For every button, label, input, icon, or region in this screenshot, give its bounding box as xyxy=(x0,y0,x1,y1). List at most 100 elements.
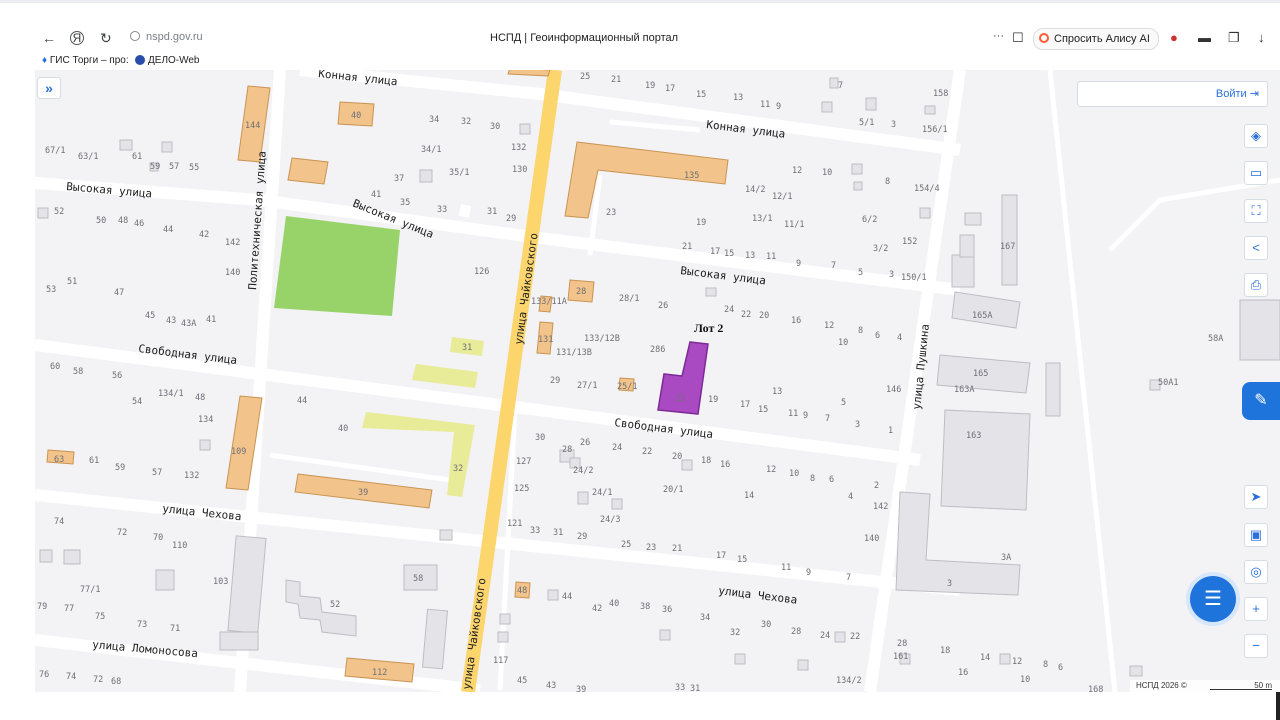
locate-button[interactable]: ➤ xyxy=(1244,485,1268,509)
bookmark-delo-web[interactable]: ДЕЛО-Web xyxy=(135,55,200,66)
login-button[interactable]: Войти ⇥ xyxy=(1077,81,1268,107)
site-info-icon[interactable] xyxy=(130,31,140,41)
svg-text:11: 11 xyxy=(760,100,770,110)
download-icon[interactable]: ↓ xyxy=(1258,30,1265,45)
share-icon: < xyxy=(1252,240,1260,255)
svg-text:5: 5 xyxy=(841,398,846,408)
svg-text:35: 35 xyxy=(400,198,410,208)
yellow-plot xyxy=(412,364,478,388)
svg-text:50А1: 50А1 xyxy=(1158,378,1178,388)
svg-text:3: 3 xyxy=(855,420,860,430)
svg-text:24: 24 xyxy=(724,305,734,315)
svg-text:130: 130 xyxy=(512,165,527,175)
svg-text:16: 16 xyxy=(791,316,801,326)
svg-text:24/2: 24/2 xyxy=(573,466,593,476)
assistant-side-button[interactable]: ✎ xyxy=(1242,382,1280,420)
reload-icon[interactable]: ↻ xyxy=(100,30,112,46)
svg-text:127: 127 xyxy=(516,457,531,467)
geolocation-button[interactable]: ◎ xyxy=(1244,560,1268,584)
svg-text:42: 42 xyxy=(199,230,209,240)
svg-text:8: 8 xyxy=(1043,660,1048,670)
svg-text:21: 21 xyxy=(611,75,621,85)
bookmark-icon[interactable]: ☐ xyxy=(1012,30,1024,46)
svg-text:33: 33 xyxy=(675,683,685,692)
alice-button[interactable]: Спросить Алису AI xyxy=(1033,28,1159,50)
svg-text:15: 15 xyxy=(696,90,706,100)
svg-text:74: 74 xyxy=(54,517,64,527)
svg-text:24: 24 xyxy=(612,443,622,453)
svg-text:57: 57 xyxy=(152,468,162,478)
svg-text:23: 23 xyxy=(675,394,685,404)
svg-text:19: 19 xyxy=(708,395,718,405)
svg-text:58: 58 xyxy=(73,367,83,377)
window-strip xyxy=(0,0,1280,3)
print-button[interactable]: ⎙ xyxy=(1244,273,1268,297)
svg-text:8: 8 xyxy=(885,177,890,187)
svg-text:8: 8 xyxy=(858,326,863,336)
svg-text:140: 140 xyxy=(225,268,240,278)
svg-text:45: 45 xyxy=(517,676,527,686)
zoom-out-button[interactable]: − xyxy=(1244,634,1268,658)
menu-dots-icon[interactable]: ··· xyxy=(993,30,1004,42)
svg-text:47: 47 xyxy=(114,288,124,298)
svg-text:154/4: 154/4 xyxy=(914,184,940,194)
tabs-icon[interactable]: ❐ xyxy=(1228,30,1240,46)
back-icon[interactable]: ← xyxy=(42,30,56,46)
select-area-button[interactable]: ⛶ xyxy=(1244,199,1268,223)
svg-text:30: 30 xyxy=(535,433,545,443)
svg-text:63: 63 xyxy=(54,455,64,465)
zoom-in-button[interactable]: + xyxy=(1244,597,1268,621)
map-canvas[interactable]: Лот 2 Конная улица Конная улица Высокая … xyxy=(35,70,1280,692)
svg-text:30: 30 xyxy=(761,620,771,630)
shield-icon[interactable]: ▬ xyxy=(1198,30,1211,45)
svg-text:12: 12 xyxy=(1012,657,1022,667)
select-area-icon: ⛶ xyxy=(1251,203,1261,218)
svg-text:19: 19 xyxy=(645,81,655,91)
svg-text:103: 103 xyxy=(213,577,228,587)
minimap-icon: ▣ xyxy=(1249,527,1263,542)
layers-button[interactable]: ◈ xyxy=(1244,124,1268,148)
svg-text:161: 161 xyxy=(893,652,908,662)
svg-text:9: 9 xyxy=(776,102,781,112)
svg-text:7: 7 xyxy=(838,81,843,91)
address-bar[interactable]: nspd.gov.ru xyxy=(146,31,203,43)
svg-text:36: 36 xyxy=(662,605,672,615)
share-button[interactable]: < xyxy=(1244,236,1268,260)
svg-text:11/1: 11/1 xyxy=(784,220,804,230)
svg-text:140: 140 xyxy=(864,534,879,544)
yandex-icon[interactable]: Я xyxy=(70,31,84,45)
svg-text:146: 146 xyxy=(886,385,901,395)
svg-text:75: 75 xyxy=(95,612,105,622)
svg-text:77/1: 77/1 xyxy=(80,585,100,595)
bookmark-gis-torgi[interactable]: ♦ ГИС Торги – про: xyxy=(42,55,129,66)
svg-text:19: 19 xyxy=(696,218,706,228)
svg-text:134/1: 134/1 xyxy=(158,389,184,399)
svg-text:29: 29 xyxy=(550,376,560,386)
navigation-arrow-icon: ➤ xyxy=(1250,489,1262,504)
extension-icon[interactable]: ● xyxy=(1170,30,1178,45)
svg-text:33: 33 xyxy=(530,526,540,536)
svg-text:131/13В: 131/13В xyxy=(556,348,592,358)
svg-text:15: 15 xyxy=(737,555,747,565)
svg-text:117: 117 xyxy=(493,656,508,666)
svg-text:3: 3 xyxy=(891,120,896,130)
svg-text:163А: 163А xyxy=(954,385,974,395)
svg-text:57: 57 xyxy=(169,162,179,172)
chat-button[interactable]: ☰ xyxy=(1190,576,1236,622)
svg-text:22: 22 xyxy=(850,632,860,642)
map-svg[interactable]: Лот 2 Конная улица Конная улица Высокая … xyxy=(35,70,1280,692)
svg-text:23: 23 xyxy=(606,208,616,218)
svg-text:29: 29 xyxy=(506,214,516,224)
svg-text:12: 12 xyxy=(824,321,834,331)
svg-text:48: 48 xyxy=(118,216,128,226)
svg-text:42: 42 xyxy=(592,604,602,614)
ruler-button[interactable]: ▭ xyxy=(1244,161,1268,185)
svg-text:6/2: 6/2 xyxy=(862,215,877,225)
expand-panel-button[interactable]: » xyxy=(37,77,61,99)
minimap-button[interactable]: ▣ xyxy=(1244,523,1268,547)
svg-text:9: 9 xyxy=(806,568,811,578)
svg-text:59: 59 xyxy=(150,162,160,172)
svg-text:12: 12 xyxy=(766,465,776,475)
browser-toolbar: ← Я ↻ nspd.gov.ru НСПД | Геоинформационн… xyxy=(0,0,1280,54)
svg-text:37: 37 xyxy=(394,174,404,184)
